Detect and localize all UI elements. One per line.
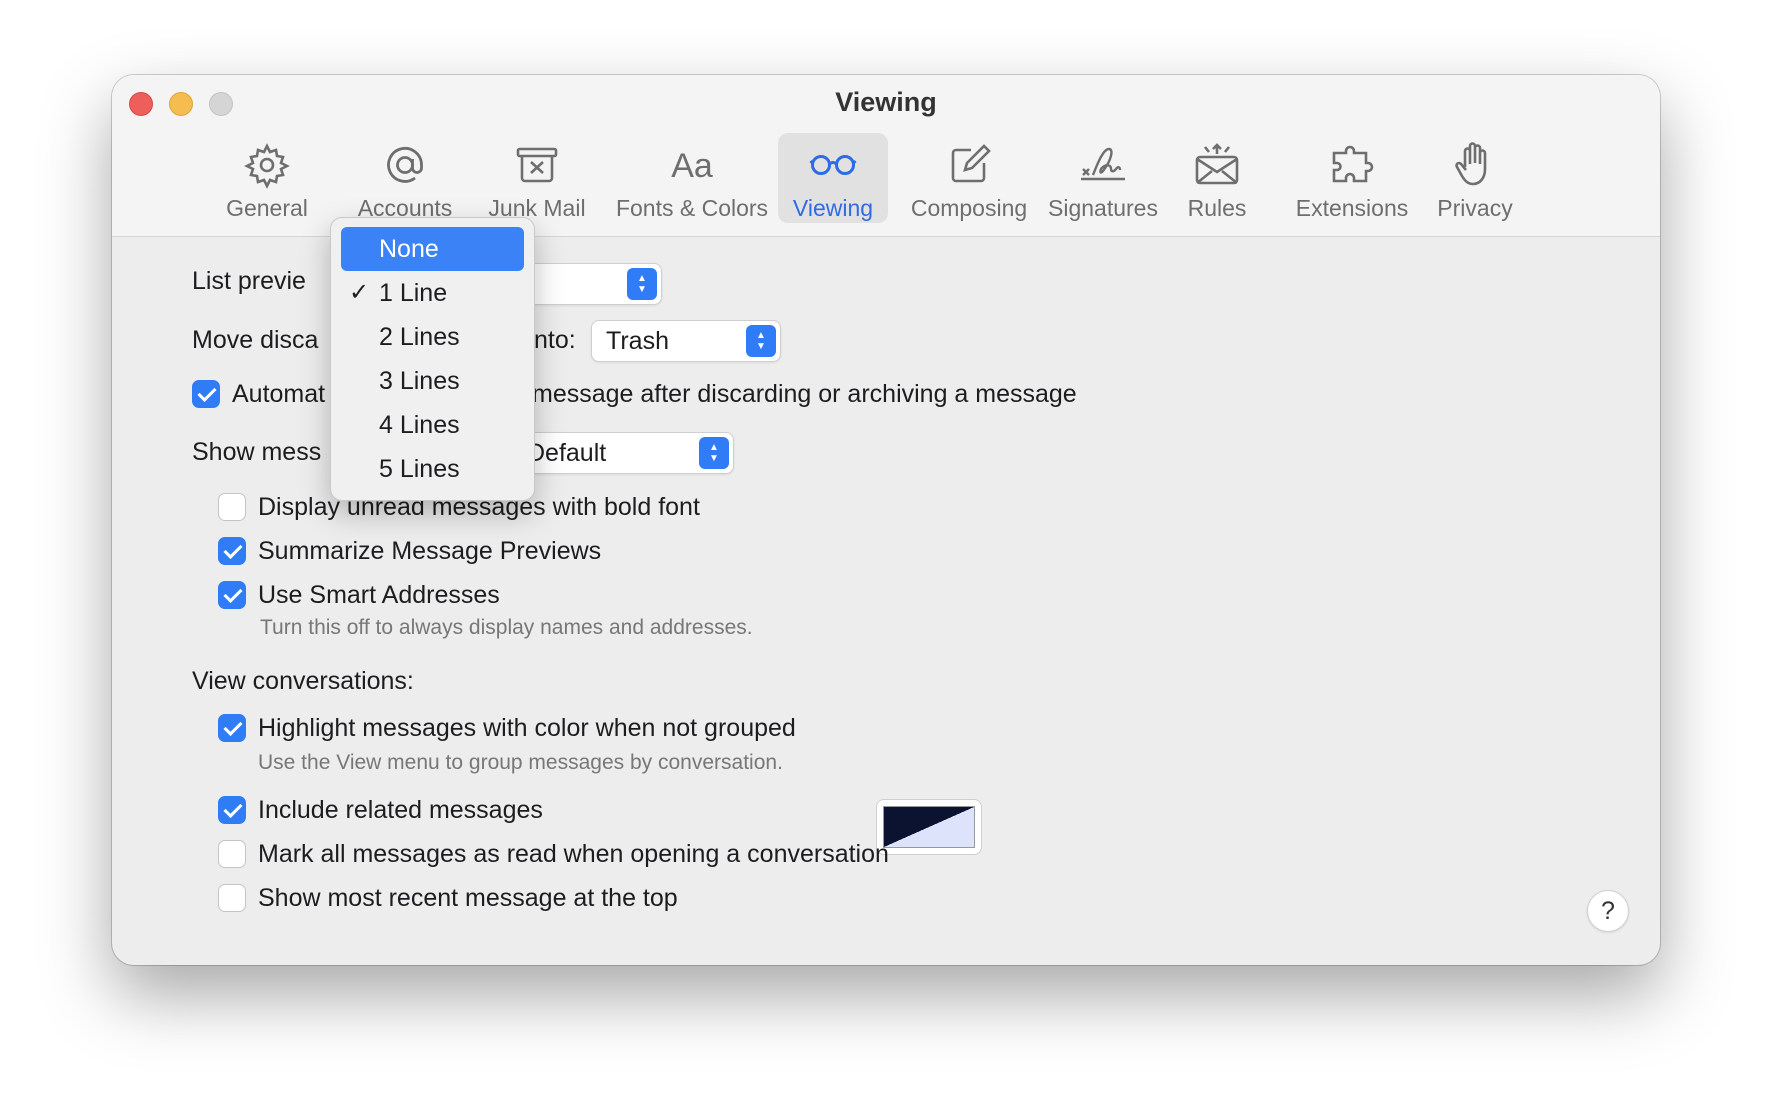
tab-label: Fonts & Colors xyxy=(615,195,769,221)
stepper-arrows-icon: ▲ ▼ xyxy=(746,325,776,357)
tab-label: Privacy xyxy=(1437,195,1513,221)
tab-label: Composing xyxy=(910,195,1028,221)
display-unread-bold-checkbox[interactable] xyxy=(218,493,246,521)
menu-item-1-line[interactable]: ✓ 1 Line xyxy=(341,271,524,315)
menu-item-label: 5 Lines xyxy=(379,455,460,483)
signature-icon xyxy=(1081,147,1125,181)
menu-item-3-lines[interactable]: 3 Lines xyxy=(341,359,524,403)
compose-icon xyxy=(951,144,991,183)
mark-all-read-label: Mark all messages as read when opening a… xyxy=(258,840,889,868)
tab-accounts[interactable]: Accounts xyxy=(345,133,465,223)
move-discarded-popup[interactable]: Trash ▲ ▼ xyxy=(591,320,781,362)
tab-extensions[interactable]: Extensions xyxy=(1292,133,1412,223)
tab-general[interactable]: General xyxy=(217,133,317,223)
menu-item-label: 1 Line xyxy=(379,279,448,307)
highlight-color-label: Highlight messages with color when not g… xyxy=(258,714,796,742)
show-message-value: Default xyxy=(527,439,607,467)
smart-addresses-label: Use Smart Addresses xyxy=(258,581,500,609)
tab-label: Signatures xyxy=(1048,195,1158,221)
summarize-previews-checkbox[interactable] xyxy=(218,537,246,565)
menu-item-label: None xyxy=(379,235,439,263)
tab-signatures[interactable]: Signatures xyxy=(1041,133,1165,223)
puzzle-icon xyxy=(1332,145,1374,183)
tab-label: General xyxy=(226,195,308,221)
list-preview-label: List previe xyxy=(192,267,306,295)
highlight-color-checkbox[interactable] xyxy=(218,714,246,742)
stepper-arrows-icon: ▲ ▼ xyxy=(627,268,657,300)
svg-text:Aa: Aa xyxy=(671,147,713,185)
move-discarded-label: Move disca xyxy=(192,326,319,354)
menu-item-2-lines[interactable]: 2 Lines xyxy=(341,315,524,359)
tab-label: Rules xyxy=(1187,195,1247,221)
junk-mail-icon xyxy=(516,147,558,183)
view-conversations-label: View conversations: xyxy=(192,667,414,695)
gear-icon xyxy=(244,143,290,189)
tab-label: Extensions xyxy=(1295,195,1409,221)
mark-all-read-checkbox[interactable] xyxy=(218,840,246,868)
menu-item-4-lines[interactable]: 4 Lines xyxy=(341,403,524,447)
stepper-arrows-icon: ▲ ▼ xyxy=(699,437,729,469)
show-message-popup[interactable]: Default ▲ ▼ xyxy=(512,432,734,474)
highlight-color-hint: Use the View menu to group messages by c… xyxy=(258,751,783,774)
tab-composing[interactable]: Composing xyxy=(899,133,1039,223)
most-recent-top-label: Show most recent message at the top xyxy=(258,884,678,912)
titlebar: Viewing General Accounts Junk Mail Aa Fo… xyxy=(112,75,1660,237)
tab-rules[interactable]: Rules xyxy=(1177,133,1257,223)
tab-label: Viewing xyxy=(792,195,874,221)
at-sign-icon xyxy=(387,146,423,183)
auto-select-label-end: message after discarding or archiving a … xyxy=(532,380,1077,408)
menu-item-none[interactable]: None xyxy=(341,227,524,271)
font-icon: Aa xyxy=(671,147,713,185)
show-message-label: Show mess xyxy=(192,438,322,466)
checkmark-icon: ✓ xyxy=(349,279,370,306)
window-title: Viewing xyxy=(835,87,937,117)
menu-item-label: 3 Lines xyxy=(379,367,460,395)
tab-viewing[interactable]: Viewing xyxy=(778,133,888,223)
move-discarded-value: Trash xyxy=(606,327,669,355)
auto-select-label: Automat xyxy=(232,380,326,408)
tab-junk-mail[interactable]: Junk Mail xyxy=(477,133,597,223)
auto-select-checkbox[interactable] xyxy=(192,380,220,408)
tab-privacy[interactable]: Privacy xyxy=(1430,133,1520,223)
hand-icon xyxy=(1455,142,1487,186)
include-related-label: Include related messages xyxy=(258,796,543,824)
glasses-icon xyxy=(809,155,857,175)
preferences-window: Viewing General Accounts Junk Mail Aa Fo… xyxy=(112,75,1660,965)
summarize-previews-label: Summarize Message Previews xyxy=(258,537,602,565)
list-preview-menu: None ✓ 1 Line 2 Lines 3 Lines 4 Lines 5 … xyxy=(330,217,535,501)
tab-fonts-colors[interactable]: Aa Fonts & Colors xyxy=(609,133,775,223)
menu-item-label: 4 Lines xyxy=(379,411,460,439)
help-button[interactable]: ? xyxy=(1587,890,1629,932)
include-related-checkbox[interactable] xyxy=(218,796,246,824)
smart-addresses-hint: Turn this off to always display names an… xyxy=(260,616,753,639)
move-discarded-label-end: nto: xyxy=(534,326,576,354)
smart-addresses-checkbox[interactable] xyxy=(218,581,246,609)
menu-item-5-lines[interactable]: 5 Lines xyxy=(341,447,524,491)
most-recent-top-checkbox[interactable] xyxy=(218,884,246,912)
highlight-color-well[interactable] xyxy=(876,799,982,855)
rules-icon xyxy=(1195,143,1239,185)
color-swatch xyxy=(883,806,975,848)
menu-item-label: 2 Lines xyxy=(379,323,460,351)
